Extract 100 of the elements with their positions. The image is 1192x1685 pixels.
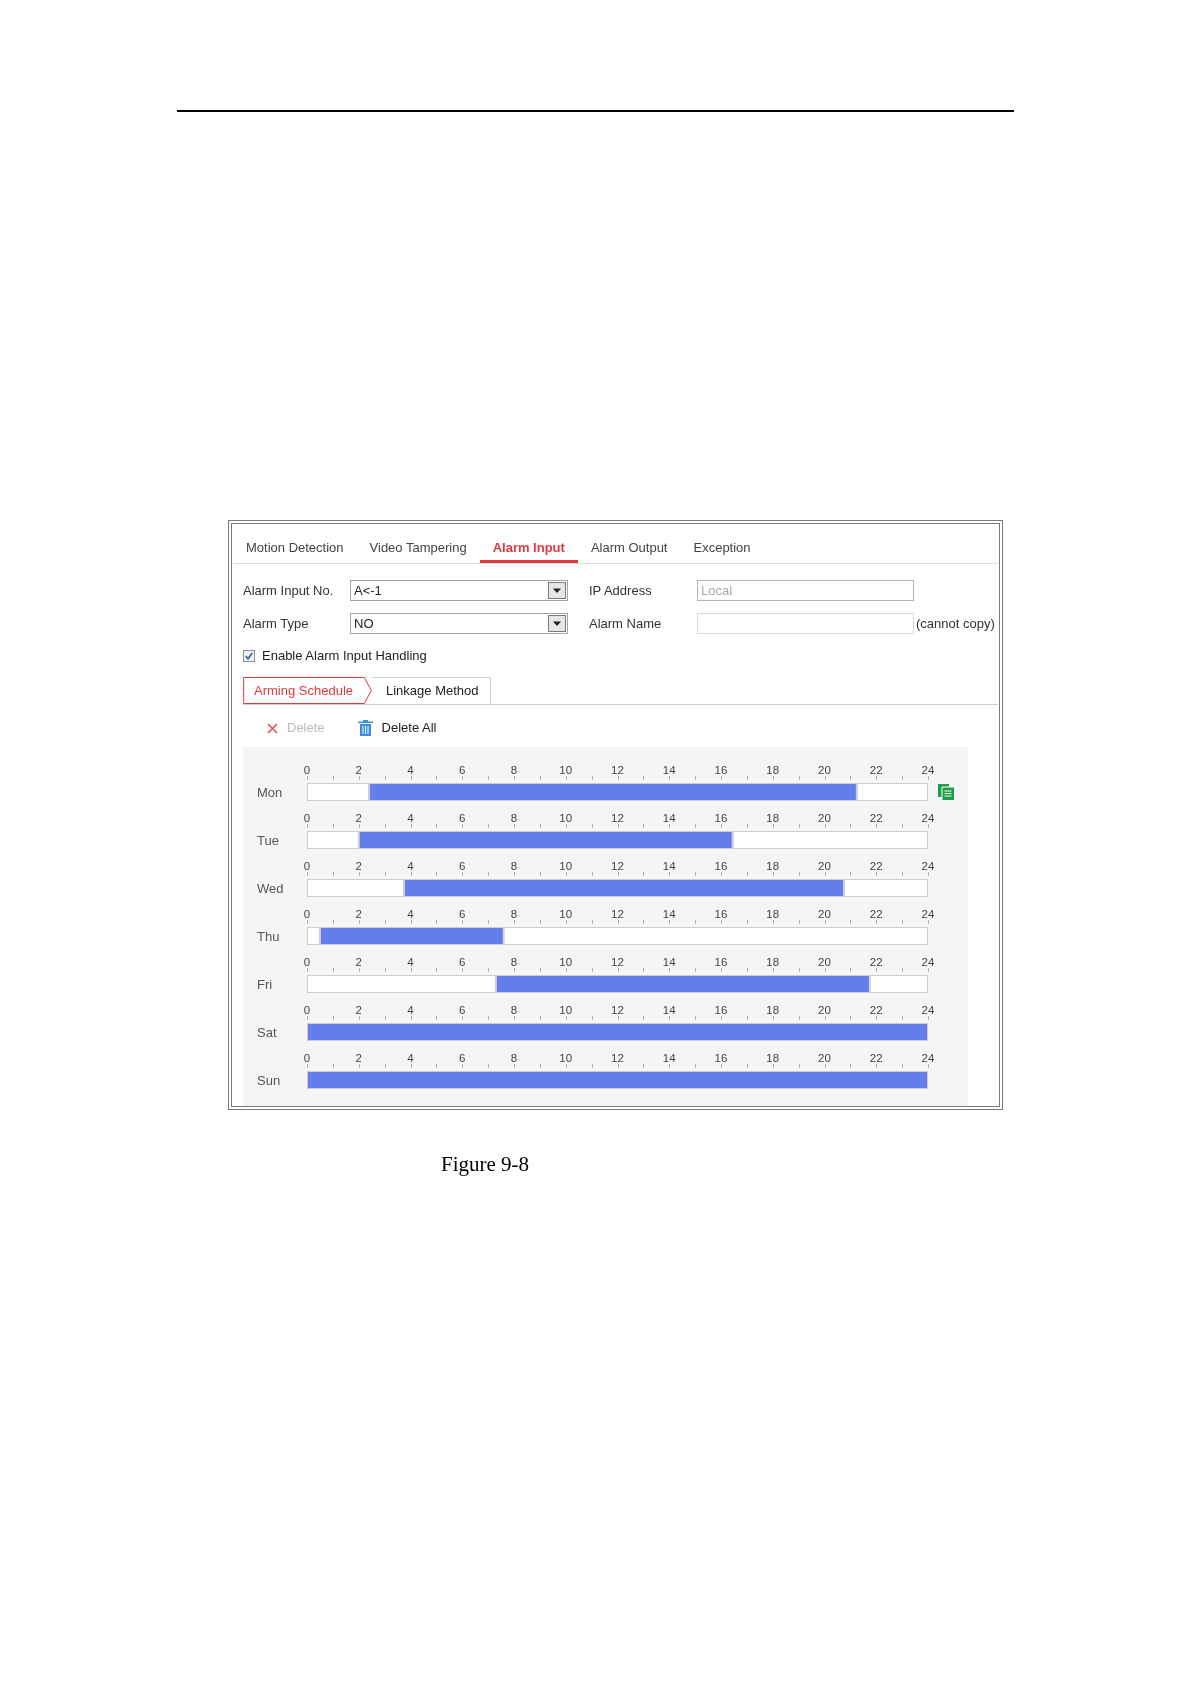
axis-tick-label: 20 — [818, 860, 831, 872]
select-field[interactable]: NO — [350, 613, 568, 634]
axis-tick-label: 2 — [355, 956, 362, 968]
checkbox-label: Enable Alarm Input Handling — [262, 648, 427, 664]
axis-tick-label: 20 — [818, 764, 831, 776]
axis-tick-label: 10 — [559, 908, 573, 920]
time-bar-segment[interactable] — [495, 975, 870, 993]
time-bar-segment[interactable] — [732, 831, 928, 849]
axis-tick-label: 18 — [766, 860, 780, 872]
axis-tick-label: 8 — [510, 764, 518, 776]
axis-tick-label: 6 — [459, 1004, 466, 1016]
axis-tick-label: 14 — [662, 812, 676, 824]
axis-tick-label: 20 — [818, 908, 831, 920]
axis-tick-label: 12 — [611, 1004, 624, 1016]
axis-tick-label: 24 — [921, 1052, 935, 1064]
time-bar-segment[interactable] — [319, 927, 504, 945]
day-label: Thu — [257, 928, 280, 944]
axis-tick-label: 14 — [662, 764, 676, 776]
axis-tick-label: 2 — [355, 812, 362, 824]
caret-down-icon[interactable] — [548, 582, 566, 599]
axis-tick-label: 22 — [869, 956, 883, 968]
subtab[interactable]: Linkage Method — [372, 677, 491, 704]
axis-tick-label: 8 — [510, 956, 518, 968]
axis-tick-label: 14 — [662, 1004, 676, 1016]
time-bar-segment[interactable] — [307, 927, 320, 945]
axis-tick-label: 8 — [510, 1052, 518, 1064]
tab[interactable]: Motion Detection — [233, 524, 357, 563]
axis-tick-label: 14 — [662, 1052, 676, 1064]
axis-tick-label: 6 — [459, 764, 466, 776]
field-label: Alarm Type — [243, 615, 310, 632]
axis-tick-label: 16 — [714, 956, 728, 968]
subtab[interactable]: Arming Schedule — [243, 677, 372, 704]
tab[interactable]: Alarm Output — [577, 524, 681, 563]
time-bar-segment[interactable] — [843, 879, 928, 897]
select-field[interactable]: A<-1 — [350, 580, 568, 601]
day-label: Wed — [257, 880, 284, 896]
axis-tick-label: 6 — [459, 956, 466, 968]
axis-tick-label: 12 — [611, 956, 624, 968]
axis-tick-label: 10 — [559, 1052, 573, 1064]
time-bar-segment[interactable] — [307, 1023, 928, 1041]
axis-tick-label: 10 — [559, 956, 573, 968]
axis-tick-label: 8 — [510, 860, 518, 872]
axis-tick-label: 4 — [407, 1052, 414, 1064]
axis-tick-label: 24 — [921, 908, 935, 920]
axis-tick-label: 0 — [303, 1052, 311, 1064]
axis-tick-label: 12 — [611, 764, 624, 776]
axis-tick-label: 18 — [766, 812, 780, 824]
axis-tick-label: 14 — [662, 908, 676, 920]
copy-icon[interactable] — [938, 784, 954, 800]
day-label: Tue — [257, 832, 279, 848]
checkbox[interactable] — [243, 650, 255, 662]
time-bar-segment[interactable] — [307, 1071, 928, 1089]
axis-tick-label: 4 — [407, 956, 414, 968]
axis-tick-label: 4 — [407, 1004, 414, 1016]
tab[interactable]: Alarm Input — [479, 524, 578, 563]
checkmark-icon — [245, 652, 253, 660]
text-field[interactable] — [697, 613, 914, 634]
time-bar-segment[interactable] — [358, 831, 733, 849]
axis-tick-label: 24 — [921, 1004, 935, 1016]
axis-tick-label: 2 — [355, 860, 362, 872]
field-label: IP Address — [589, 582, 653, 599]
time-bar-segment[interactable] — [369, 783, 857, 801]
axis-tick-label: 16 — [714, 1004, 728, 1016]
axis-tick-label: 20 — [818, 1004, 831, 1016]
day-label: Sat — [257, 1024, 277, 1040]
caret-down-icon[interactable] — [548, 615, 566, 632]
time-bar-segment[interactable] — [869, 975, 928, 993]
axis-tick-label: 0 — [303, 812, 311, 824]
axis-tick-label: 16 — [714, 908, 728, 920]
time-bar-segment[interactable] — [404, 879, 844, 897]
toolbar-button[interactable]: Delete All — [357, 718, 437, 738]
axis-tick-label: 2 — [355, 908, 362, 920]
axis-tick-label: 24 — [921, 812, 935, 824]
tab[interactable]: Video Tampering — [356, 524, 480, 563]
axis-tick-label: 2 — [355, 764, 362, 776]
day-label: Mon — [257, 784, 283, 800]
axis-tick-label: 12 — [611, 908, 624, 920]
axis-tick-label: 24 — [921, 860, 935, 872]
axis-tick-label: 14 — [662, 956, 676, 968]
day-label: Fri — [257, 976, 273, 992]
tab[interactable]: Exception — [680, 524, 764, 563]
field-label: Alarm Name — [589, 615, 663, 632]
time-bar-segment[interactable] — [307, 879, 405, 897]
axis-tick-label: 0 — [303, 956, 311, 968]
axis-tick-label: 22 — [869, 1004, 883, 1016]
trash-icon — [357, 720, 373, 736]
axis-tick-label: 2 — [355, 1004, 362, 1016]
axis-tick-label: 4 — [407, 908, 414, 920]
axis-tick-label: 18 — [766, 1052, 780, 1064]
axis-tick-label: 20 — [818, 812, 831, 824]
axis-tick-label: 4 — [407, 764, 414, 776]
time-bar-segment[interactable] — [503, 927, 928, 945]
axis-tick-label: 16 — [714, 860, 728, 872]
axis-tick-label: 20 — [818, 1052, 831, 1064]
time-bar-segment[interactable] — [307, 831, 359, 849]
axis-tick-label: 6 — [459, 860, 466, 872]
axis-tick-label: 22 — [869, 1052, 883, 1064]
time-bar-segment[interactable] — [307, 783, 370, 801]
time-bar-segment[interactable] — [307, 975, 496, 993]
time-bar-segment[interactable] — [856, 783, 928, 801]
